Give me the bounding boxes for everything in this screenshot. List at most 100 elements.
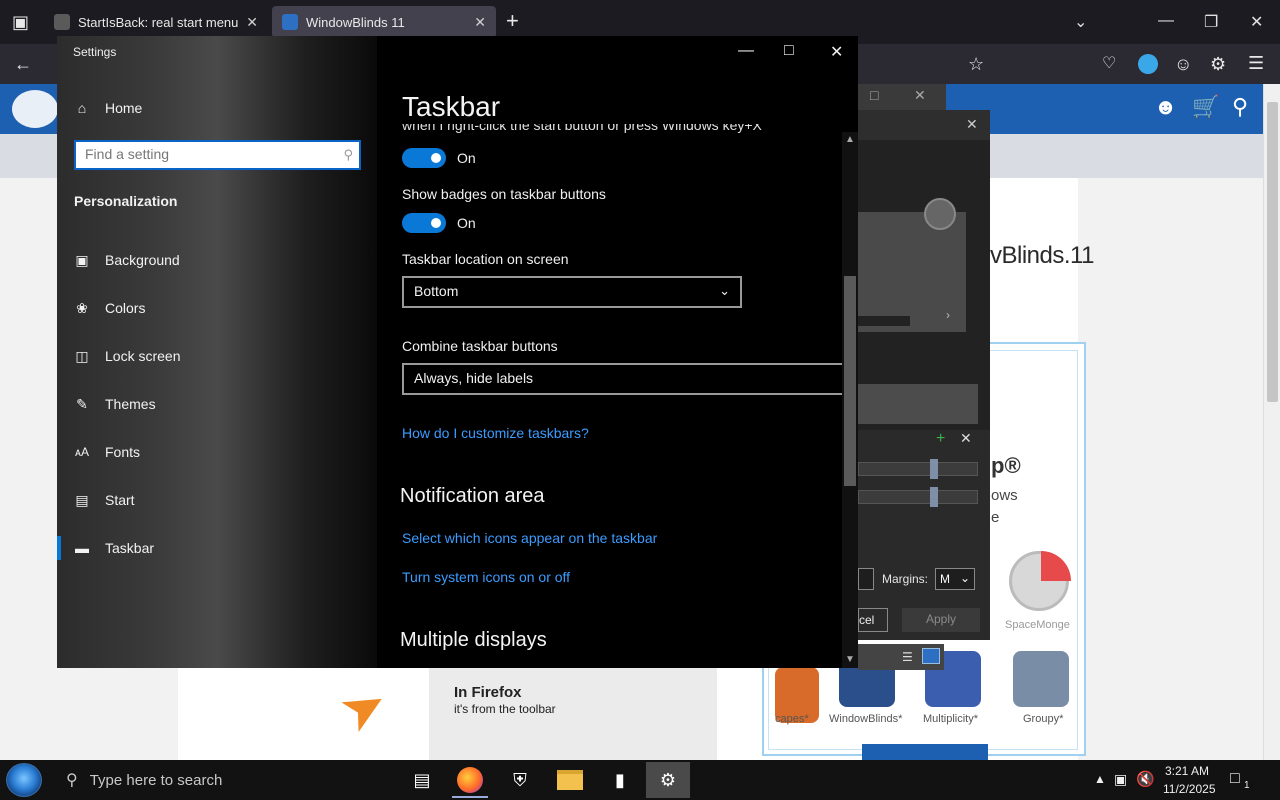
- section-header: Personalization: [74, 193, 178, 209]
- apply-button[interactable]: Apply: [902, 608, 980, 632]
- close-window-icon[interactable]: ✕: [1250, 12, 1263, 32]
- dropdown[interactable]: [858, 568, 874, 590]
- cancel-button[interactable]: cel: [858, 608, 888, 632]
- tab-overview-icon[interactable]: ▣: [12, 13, 29, 31]
- buy-button[interactable]: [862, 744, 988, 760]
- close-icon[interactable]: ✕: [914, 87, 926, 104]
- window-title: Settings: [73, 45, 117, 59]
- product-label[interactable]: Groupy*: [1023, 713, 1063, 725]
- nav-home[interactable]: ⌂ Home: [73, 96, 143, 120]
- add-icon[interactable]: +: [936, 430, 945, 448]
- app-window-icon[interactable]: ▮: [598, 762, 642, 798]
- scroll-up-icon[interactable]: ▲: [845, 134, 855, 145]
- margins-dropdown[interactable]: M ⌄: [935, 568, 975, 590]
- clock-date[interactable]: 11/2/2025: [1163, 782, 1216, 796]
- browser-tab-active[interactable]: WindowBlinds 11 ✕: [272, 6, 496, 38]
- file-explorer-icon[interactable]: [548, 762, 592, 798]
- restore-icon[interactable]: ❐: [1204, 12, 1218, 32]
- sidebar-item-background[interactable]: ▣ Background: [73, 248, 180, 272]
- stardock-logo-icon[interactable]: [12, 90, 58, 128]
- task-view-icon[interactable]: ▤: [400, 762, 444, 798]
- scrollbar-thumb[interactable]: [1267, 102, 1278, 402]
- list-tabs-icon[interactable]: ⌄: [1074, 12, 1087, 32]
- taskbar-search-box[interactable]: ⚲ Type here to search: [52, 760, 392, 800]
- account-icon[interactable]: ☺: [1174, 55, 1192, 73]
- new-tab-button[interactable]: +: [506, 10, 519, 32]
- product-label[interactable]: capes*: [775, 713, 809, 725]
- promo-line: ows: [991, 487, 1018, 504]
- close-tab-icon[interactable]: ✕: [474, 14, 486, 31]
- margins-value: M: [940, 572, 950, 586]
- combine-buttons-dropdown[interactable]: Always, hide labels: [402, 363, 852, 395]
- bookmark-star-icon[interactable]: ☆: [968, 55, 984, 73]
- notification-icon[interactable]: □: [1230, 770, 1240, 788]
- minimize-icon[interactable]: —: [738, 42, 754, 60]
- scroll-down-icon[interactable]: ▼: [845, 654, 855, 665]
- settings-gear-icon[interactable]: ⚙: [646, 762, 690, 798]
- product-label[interactable]: Multiplicity*: [923, 713, 978, 725]
- sidebar-item-taskbar[interactable]: ▬ Taskbar: [73, 536, 154, 560]
- search-input[interactable]: Find a setting ⚲: [74, 140, 361, 170]
- slider-thumb[interactable]: [930, 459, 938, 479]
- maximize-icon[interactable]: □: [870, 87, 878, 103]
- network-icon[interactable]: ▣: [1114, 771, 1127, 788]
- volume-muted-icon[interactable]: 🔇: [1136, 770, 1155, 788]
- list-view-icon[interactable]: ☰: [902, 650, 913, 664]
- security-shield-icon[interactable]: ⛨: [498, 762, 542, 798]
- remove-icon[interactable]: ✕: [960, 430, 972, 447]
- select-icons-link[interactable]: Select which icons appear on the taskbar: [402, 530, 657, 546]
- close-icon[interactable]: ✕: [830, 42, 843, 62]
- avatar: [924, 198, 956, 230]
- back-arrow-icon[interactable]: ←: [14, 55, 32, 73]
- clock-time[interactable]: 3:21 AM: [1165, 764, 1209, 778]
- badges-toggle[interactable]: [402, 213, 446, 233]
- sidebar-item-label: Colors: [105, 300, 146, 316]
- firefox-icon[interactable]: [448, 762, 492, 798]
- sidebar-item-lock-screen[interactable]: ◫ Lock screen: [73, 344, 180, 368]
- dialog-field: [858, 384, 978, 424]
- sidebar-item-colors[interactable]: ❀ Colors: [73, 296, 145, 320]
- customize-taskbars-link[interactable]: How do I customize taskbars?: [402, 425, 589, 441]
- search-icon: ⚲: [66, 772, 78, 789]
- win-x-powershell-toggle[interactable]: [402, 148, 446, 168]
- close-icon[interactable]: ✕: [966, 116, 978, 133]
- dropdown-value: Bottom: [414, 283, 459, 299]
- chevron-up-icon[interactable]: ▲: [1094, 772, 1106, 786]
- slider[interactable]: [858, 462, 978, 476]
- spacemonger-label[interactable]: SpaceMonge: [1005, 619, 1070, 631]
- sidebar-item-themes[interactable]: ✎ Themes: [73, 392, 156, 416]
- pocket-icon[interactable]: ♡: [1102, 55, 1116, 73]
- system-icons-link[interactable]: Turn system icons on or off: [402, 569, 570, 585]
- page-scrollbar[interactable]: [1263, 84, 1280, 760]
- folder-icon: [557, 770, 583, 790]
- minimize-icon[interactable]: —: [1158, 12, 1174, 30]
- browser-tab[interactable]: StartIsBack: real start menu for W ✕: [44, 6, 268, 38]
- content-scrollbar[interactable]: ▲ ▼: [842, 132, 858, 668]
- multiple-displays-heading: Multiple displays: [400, 629, 547, 651]
- product-label[interactable]: WindowBlinds*: [829, 713, 902, 725]
- extension-badge-icon[interactable]: [1138, 54, 1158, 74]
- cart-icon[interactable]: 🛒: [1192, 96, 1219, 118]
- maximize-icon[interactable]: □: [784, 42, 794, 60]
- cut-off-setting-description: when I right-click the start button or p…: [402, 124, 762, 133]
- taskbar-location-dropdown[interactable]: Bottom ⌄: [402, 276, 742, 308]
- search-icon[interactable]: ⚲: [1232, 96, 1248, 118]
- user-icon[interactable]: ☻: [1154, 96, 1177, 118]
- sidebar-item-label: Lock screen: [105, 348, 181, 364]
- start-button[interactable]: [6, 763, 42, 797]
- window-icon[interactable]: [922, 648, 940, 664]
- badges-label: Show badges on taskbar buttons: [402, 186, 606, 202]
- slider-thumb[interactable]: [930, 487, 938, 507]
- close-tab-icon[interactable]: ✕: [246, 14, 258, 31]
- extensions-icon[interactable]: ⚙: [1210, 55, 1226, 73]
- sidebar-item-label: Background: [105, 252, 180, 268]
- sidebar-item-start[interactable]: ▤ Start: [73, 488, 134, 512]
- sidebar-item-label: Themes: [105, 396, 156, 412]
- location-label: Taskbar location on screen: [402, 251, 569, 267]
- lock-screen-icon: ◫: [75, 347, 89, 364]
- sidebar-item-fonts[interactable]: ᴀA Fonts: [73, 440, 140, 464]
- scrollbar-thumb[interactable]: [844, 276, 856, 486]
- menu-hamburger-icon[interactable]: ☰: [1248, 54, 1264, 72]
- groupy-icon[interactable]: [1013, 651, 1069, 707]
- slider[interactable]: [858, 490, 978, 504]
